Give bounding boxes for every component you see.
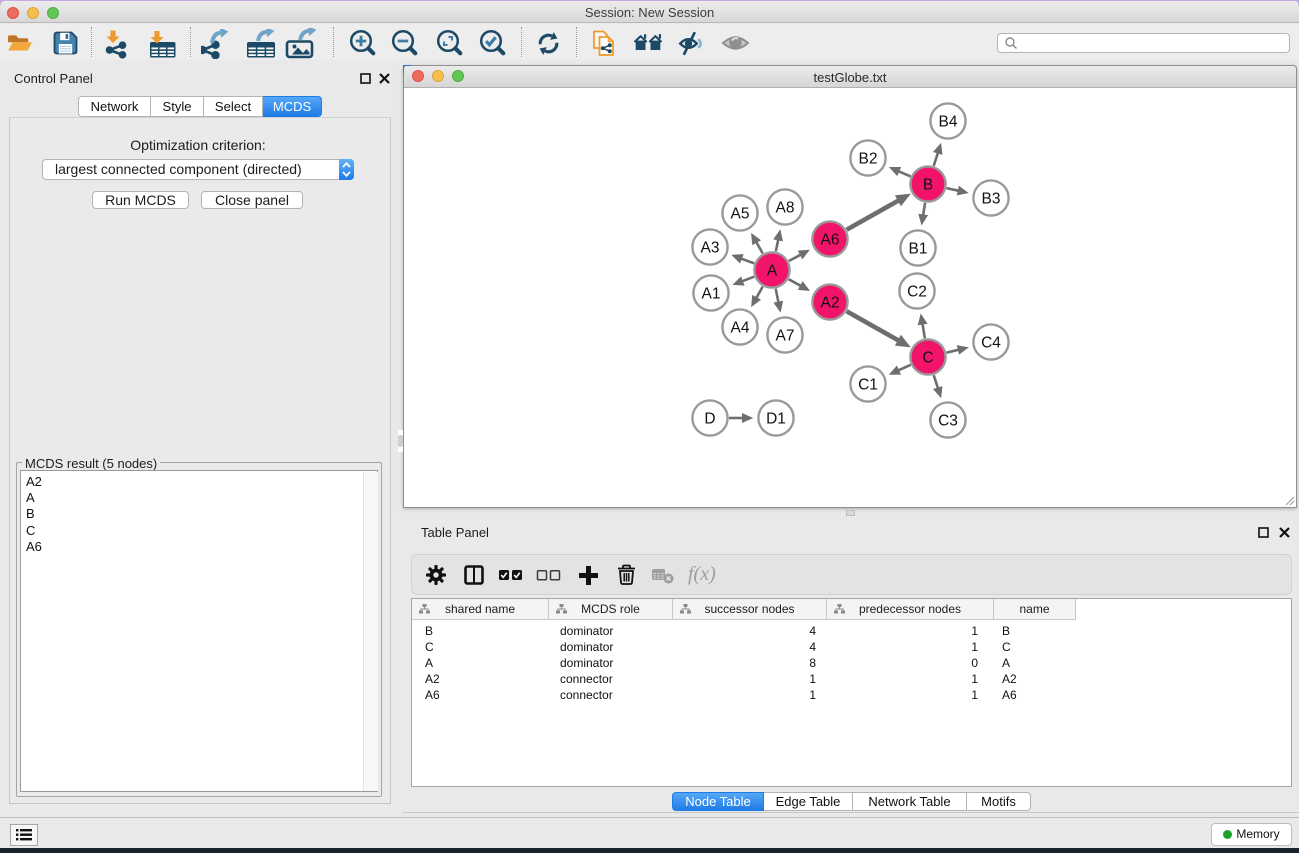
svg-text:C3: C3	[938, 413, 958, 430]
svg-text:A5: A5	[731, 206, 750, 223]
svg-text:D: D	[704, 411, 715, 428]
svg-text:B3: B3	[982, 191, 1001, 208]
svg-text:A7: A7	[776, 328, 795, 345]
svg-text:B: B	[923, 177, 933, 194]
svg-text:A4: A4	[731, 320, 750, 337]
svg-text:A6: A6	[821, 232, 840, 249]
svg-text:B4: B4	[939, 114, 958, 131]
svg-text:A8: A8	[776, 200, 795, 217]
svg-text:C1: C1	[858, 377, 878, 394]
svg-text:A2: A2	[821, 295, 840, 312]
svg-text:D1: D1	[766, 411, 786, 428]
svg-text:B1: B1	[909, 241, 928, 258]
svg-text:A1: A1	[702, 286, 721, 303]
svg-text:C2: C2	[907, 284, 927, 301]
svg-text:B2: B2	[859, 151, 878, 168]
svg-text:C: C	[922, 350, 933, 367]
svg-text:C4: C4	[981, 335, 1001, 352]
svg-text:A3: A3	[701, 240, 720, 257]
svg-text:A: A	[767, 263, 778, 280]
